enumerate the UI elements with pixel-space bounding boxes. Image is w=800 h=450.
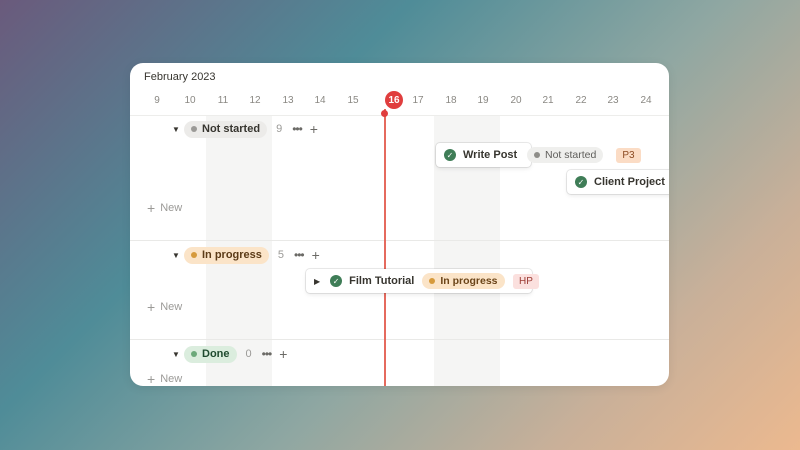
group-label: Not started — [202, 123, 261, 135]
priority-tag: P3 — [616, 147, 641, 163]
group-header-not-started: ▼ Not started 9 ••• + — [172, 120, 318, 138]
status-dot-icon — [191, 252, 197, 258]
status-pill-done: Done — [184, 345, 237, 363]
day-label: 14 — [314, 95, 326, 106]
ellipsis-icon[interactable]: ••• — [294, 248, 305, 262]
day-label: 13 — [282, 95, 294, 106]
day-label: 9 — [154, 95, 160, 106]
day-label: 21 — [542, 95, 554, 106]
status-pill-not-started: Not started — [184, 120, 268, 138]
group-divider — [130, 240, 669, 241]
status-dot-icon — [191, 126, 197, 132]
triangle-down-icon[interactable]: ▼ — [172, 125, 184, 134]
triangle-right-icon[interactable]: ▶ — [314, 277, 320, 286]
group-header-in-progress: ▼ In progress 5 ••• + — [172, 246, 320, 264]
task-title: Write Post — [463, 149, 518, 161]
day-label: 10 — [184, 95, 196, 106]
day-label: 20 — [510, 95, 522, 106]
group-count: 0 — [245, 348, 252, 360]
day-label: 12 — [249, 95, 261, 106]
task-card-write-post[interactable]: ✓ Write Post — [436, 143, 531, 167]
new-item-button[interactable]: + New — [147, 372, 182, 386]
group-label: Done — [202, 348, 230, 360]
day-label: 23 — [607, 95, 619, 106]
task-card-client-project[interactable]: ✓ Client Project — [567, 170, 669, 194]
today-badge: 16 — [385, 91, 403, 109]
today-marker-dot — [381, 110, 388, 117]
new-label: New — [160, 373, 183, 385]
triangle-down-icon[interactable]: ▼ — [172, 350, 184, 359]
plus-icon[interactable]: + — [310, 122, 318, 136]
day-label: 18 — [445, 95, 457, 106]
task-title: Client Project — [594, 176, 665, 188]
new-label: New — [160, 301, 183, 313]
status-dot-icon — [534, 152, 540, 158]
plus-icon[interactable]: + — [279, 347, 287, 361]
plus-icon[interactable]: + — [312, 248, 320, 262]
new-item-button[interactable]: + New — [147, 300, 182, 314]
check-circle-icon: ✓ — [330, 275, 343, 287]
status-tag: Not started — [527, 147, 604, 163]
status-dot-icon — [429, 278, 436, 284]
group-label: In progress — [202, 249, 262, 261]
check-circle-icon: ✓ — [444, 149, 456, 161]
header-divider — [130, 115, 669, 116]
group-divider — [130, 339, 669, 340]
day-label: 19 — [477, 95, 489, 106]
group-count: 5 — [277, 249, 285, 261]
task-properties-film-tutorial: HP — [500, 269, 539, 293]
new-label: New — [160, 202, 183, 214]
timeline-card: February 2023 9 10 11 12 13 14 15 16 17 … — [130, 63, 669, 386]
day-label: 24 — [640, 95, 652, 106]
check-circle-icon: ✓ — [575, 176, 587, 188]
group-header-done: ▼ Done 0 ••• + — [172, 345, 287, 363]
priority-tag: HP — [513, 273, 539, 289]
ellipsis-icon[interactable]: ••• — [262, 347, 273, 361]
status-dot-icon — [191, 351, 197, 357]
status-pill-in-progress: In progress — [184, 246, 269, 264]
ellipsis-icon[interactable]: ••• — [292, 122, 303, 136]
month-label: February 2023 — [144, 71, 216, 83]
triangle-down-icon[interactable]: ▼ — [172, 251, 184, 260]
task-card-film-tutorial[interactable]: ▶ ✓ Film Tutorial In progress — [306, 269, 532, 293]
task-properties-write-post: Not started P3 — [527, 143, 641, 167]
group-count: 9 — [276, 123, 283, 135]
today-line — [384, 109, 386, 386]
status-text: In progress — [440, 275, 498, 287]
task-title: Film Tutorial — [349, 275, 415, 287]
status-text: Not started — [545, 149, 597, 161]
plus-icon: + — [147, 371, 156, 386]
plus-icon: + — [147, 200, 156, 216]
status-tag: In progress — [422, 273, 505, 289]
day-label: 11 — [217, 95, 229, 106]
plus-icon: + — [147, 299, 156, 315]
day-label: 15 — [347, 95, 359, 106]
new-item-button[interactable]: + New — [147, 201, 182, 215]
day-label: 22 — [575, 95, 587, 106]
day-label: 17 — [412, 95, 424, 106]
